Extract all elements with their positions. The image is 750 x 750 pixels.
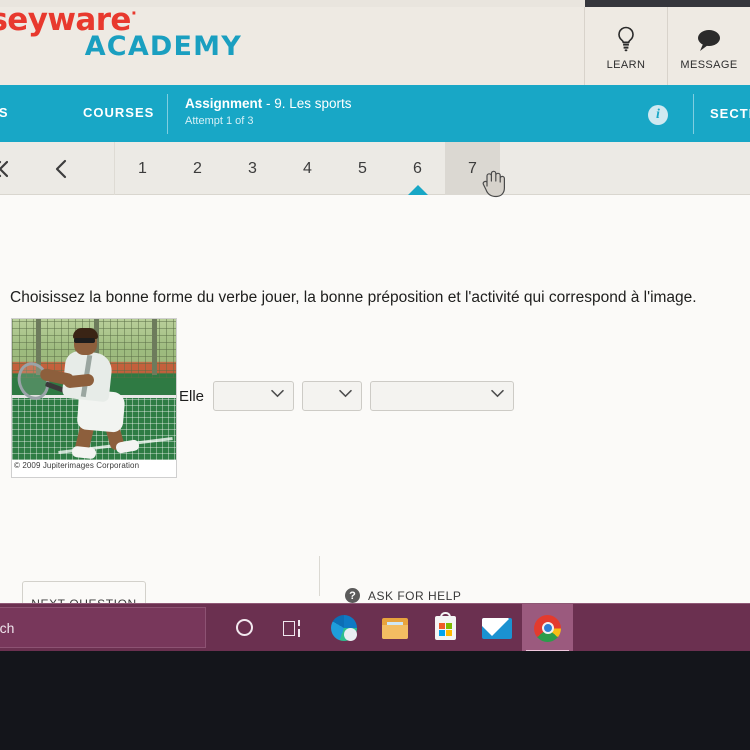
question-tab-6[interactable]: 6	[390, 142, 445, 196]
taskbar-item-microsoft-store[interactable]	[420, 604, 471, 652]
player-sunglasses	[74, 338, 95, 343]
question-tab-1[interactable]: 1	[115, 142, 170, 195]
chevron-down-icon	[271, 385, 284, 403]
header-tools: LEARN MESSAGE	[584, 7, 750, 85]
taskbar-search-input[interactable]: rch	[0, 607, 206, 648]
navbar-divider-left	[167, 94, 168, 134]
actions-divider	[319, 556, 320, 596]
question-tab-4-label: 4	[303, 159, 312, 177]
google-chrome-icon	[534, 614, 561, 642]
info-icon[interactable]: i	[648, 105, 668, 125]
message-label: MESSAGE	[680, 58, 738, 71]
windows-taskbar: rch	[0, 603, 750, 652]
chevron-down-icon	[339, 385, 352, 403]
question-tab-7[interactable]: 7	[445, 142, 500, 195]
preposition-dropdown[interactable]	[302, 381, 363, 411]
taskbar-pinned-items	[267, 604, 573, 652]
activity-dropdown[interactable]	[370, 381, 515, 411]
question-tab-4[interactable]: 4	[280, 142, 335, 195]
ask-for-help-label: ASK FOR HELP	[368, 588, 462, 603]
nav-item-courses[interactable]: COURSES	[83, 105, 154, 120]
previous-question-button[interactable]	[32, 142, 89, 195]
taskbar-item-file-explorer[interactable]	[369, 604, 420, 652]
screen-photo: ysseyware· ACADEMY LEARN	[0, 0, 750, 750]
taskbar-search-text: rch	[0, 619, 15, 636]
file-explorer-icon	[381, 617, 408, 639]
tennis-player-photo	[12, 319, 176, 460]
attempt-status: Attempt 1 of 3	[185, 115, 254, 127]
microsoft-edge-icon	[330, 615, 357, 641]
answer-input-row: Elle	[179, 381, 515, 411]
taskbar-item-google-chrome[interactable]	[522, 604, 573, 652]
chevron-down-icon	[491, 385, 504, 403]
first-question-button[interactable]	[0, 142, 25, 195]
cortana-button[interactable]	[222, 607, 267, 648]
navbar-divider-right	[693, 94, 694, 134]
main-navbar: MENTS COURSES Assignment - 9. Les sports…	[0, 85, 750, 142]
question-tab-2-label: 2	[193, 159, 202, 177]
player-shoe-left	[71, 445, 97, 460]
question-tab-5[interactable]: 5	[335, 142, 390, 195]
verb-form-dropdown[interactable]	[213, 381, 295, 411]
question-tab-5-label: 5	[358, 159, 367, 177]
assignment-info: Assignment - 9. Les sports Attempt 1 of …	[185, 96, 352, 127]
taskbar-item-task-view[interactable]	[267, 604, 318, 652]
speech-bubble-icon	[696, 22, 722, 52]
question-tab-7-label: 7	[468, 159, 477, 177]
question-tab-3[interactable]: 3	[225, 142, 280, 195]
help-question-icon: ?	[345, 588, 360, 603]
taskbar-item-microsoft-edge[interactable]	[318, 604, 369, 652]
assignment-label: Assignment	[185, 96, 263, 111]
photo-fence-post-3	[152, 319, 157, 376]
nav-item-sections[interactable]: SECTIONS	[710, 106, 750, 121]
nav-item-assignments[interactable]: MENTS	[0, 105, 9, 120]
image-copyright-caption: © 2009 Jupiterimages Corporation	[14, 461, 140, 470]
question-tab-1-label: 1	[138, 159, 147, 177]
lightbulb-icon	[616, 22, 636, 52]
learn-label: LEARN	[606, 58, 646, 71]
assignment-name: - 9. Les sports	[262, 96, 352, 111]
question-prompt: Choisissez la bonne forme du verbe jouer…	[10, 289, 697, 306]
question-number-tabs: 1 2 3 4 5 6 7	[115, 142, 500, 196]
question-content-area: Choisissez la bonne forme du verbe jouer…	[0, 195, 750, 615]
assignment-title: Assignment - 9. Les sports	[185, 96, 352, 111]
message-button[interactable]: MESSAGE	[667, 7, 750, 85]
odysseyware-logo[interactable]: ysseyware· ACADEMY	[0, 5, 242, 71]
question-image-frame: © 2009 Jupiterimages Corporation	[11, 318, 177, 478]
logo-dot: ·	[130, 3, 137, 23]
monitor-bottom-bezel	[0, 651, 750, 750]
question-tab-strip: 1 2 3 4 5 6 7	[0, 142, 750, 196]
mail-icon	[481, 617, 512, 639]
learn-button[interactable]: LEARN	[584, 7, 667, 85]
question-tab-2[interactable]: 2	[170, 142, 225, 195]
taskbar-item-mail[interactable]	[471, 604, 522, 652]
microsoft-store-icon	[435, 612, 456, 640]
sentence-subject-label: Elle	[179, 387, 205, 405]
app-header: ysseyware· ACADEMY LEARN	[0, 5, 750, 85]
question-tab-3-label: 3	[248, 159, 257, 177]
task-view-icon	[282, 619, 303, 637]
cortana-circle-icon	[236, 619, 253, 636]
tab-nav-arrows	[0, 142, 115, 195]
ask-for-help-button[interactable]: ? ASK FOR HELP	[345, 588, 461, 603]
question-tab-6-label: 6	[413, 159, 422, 177]
